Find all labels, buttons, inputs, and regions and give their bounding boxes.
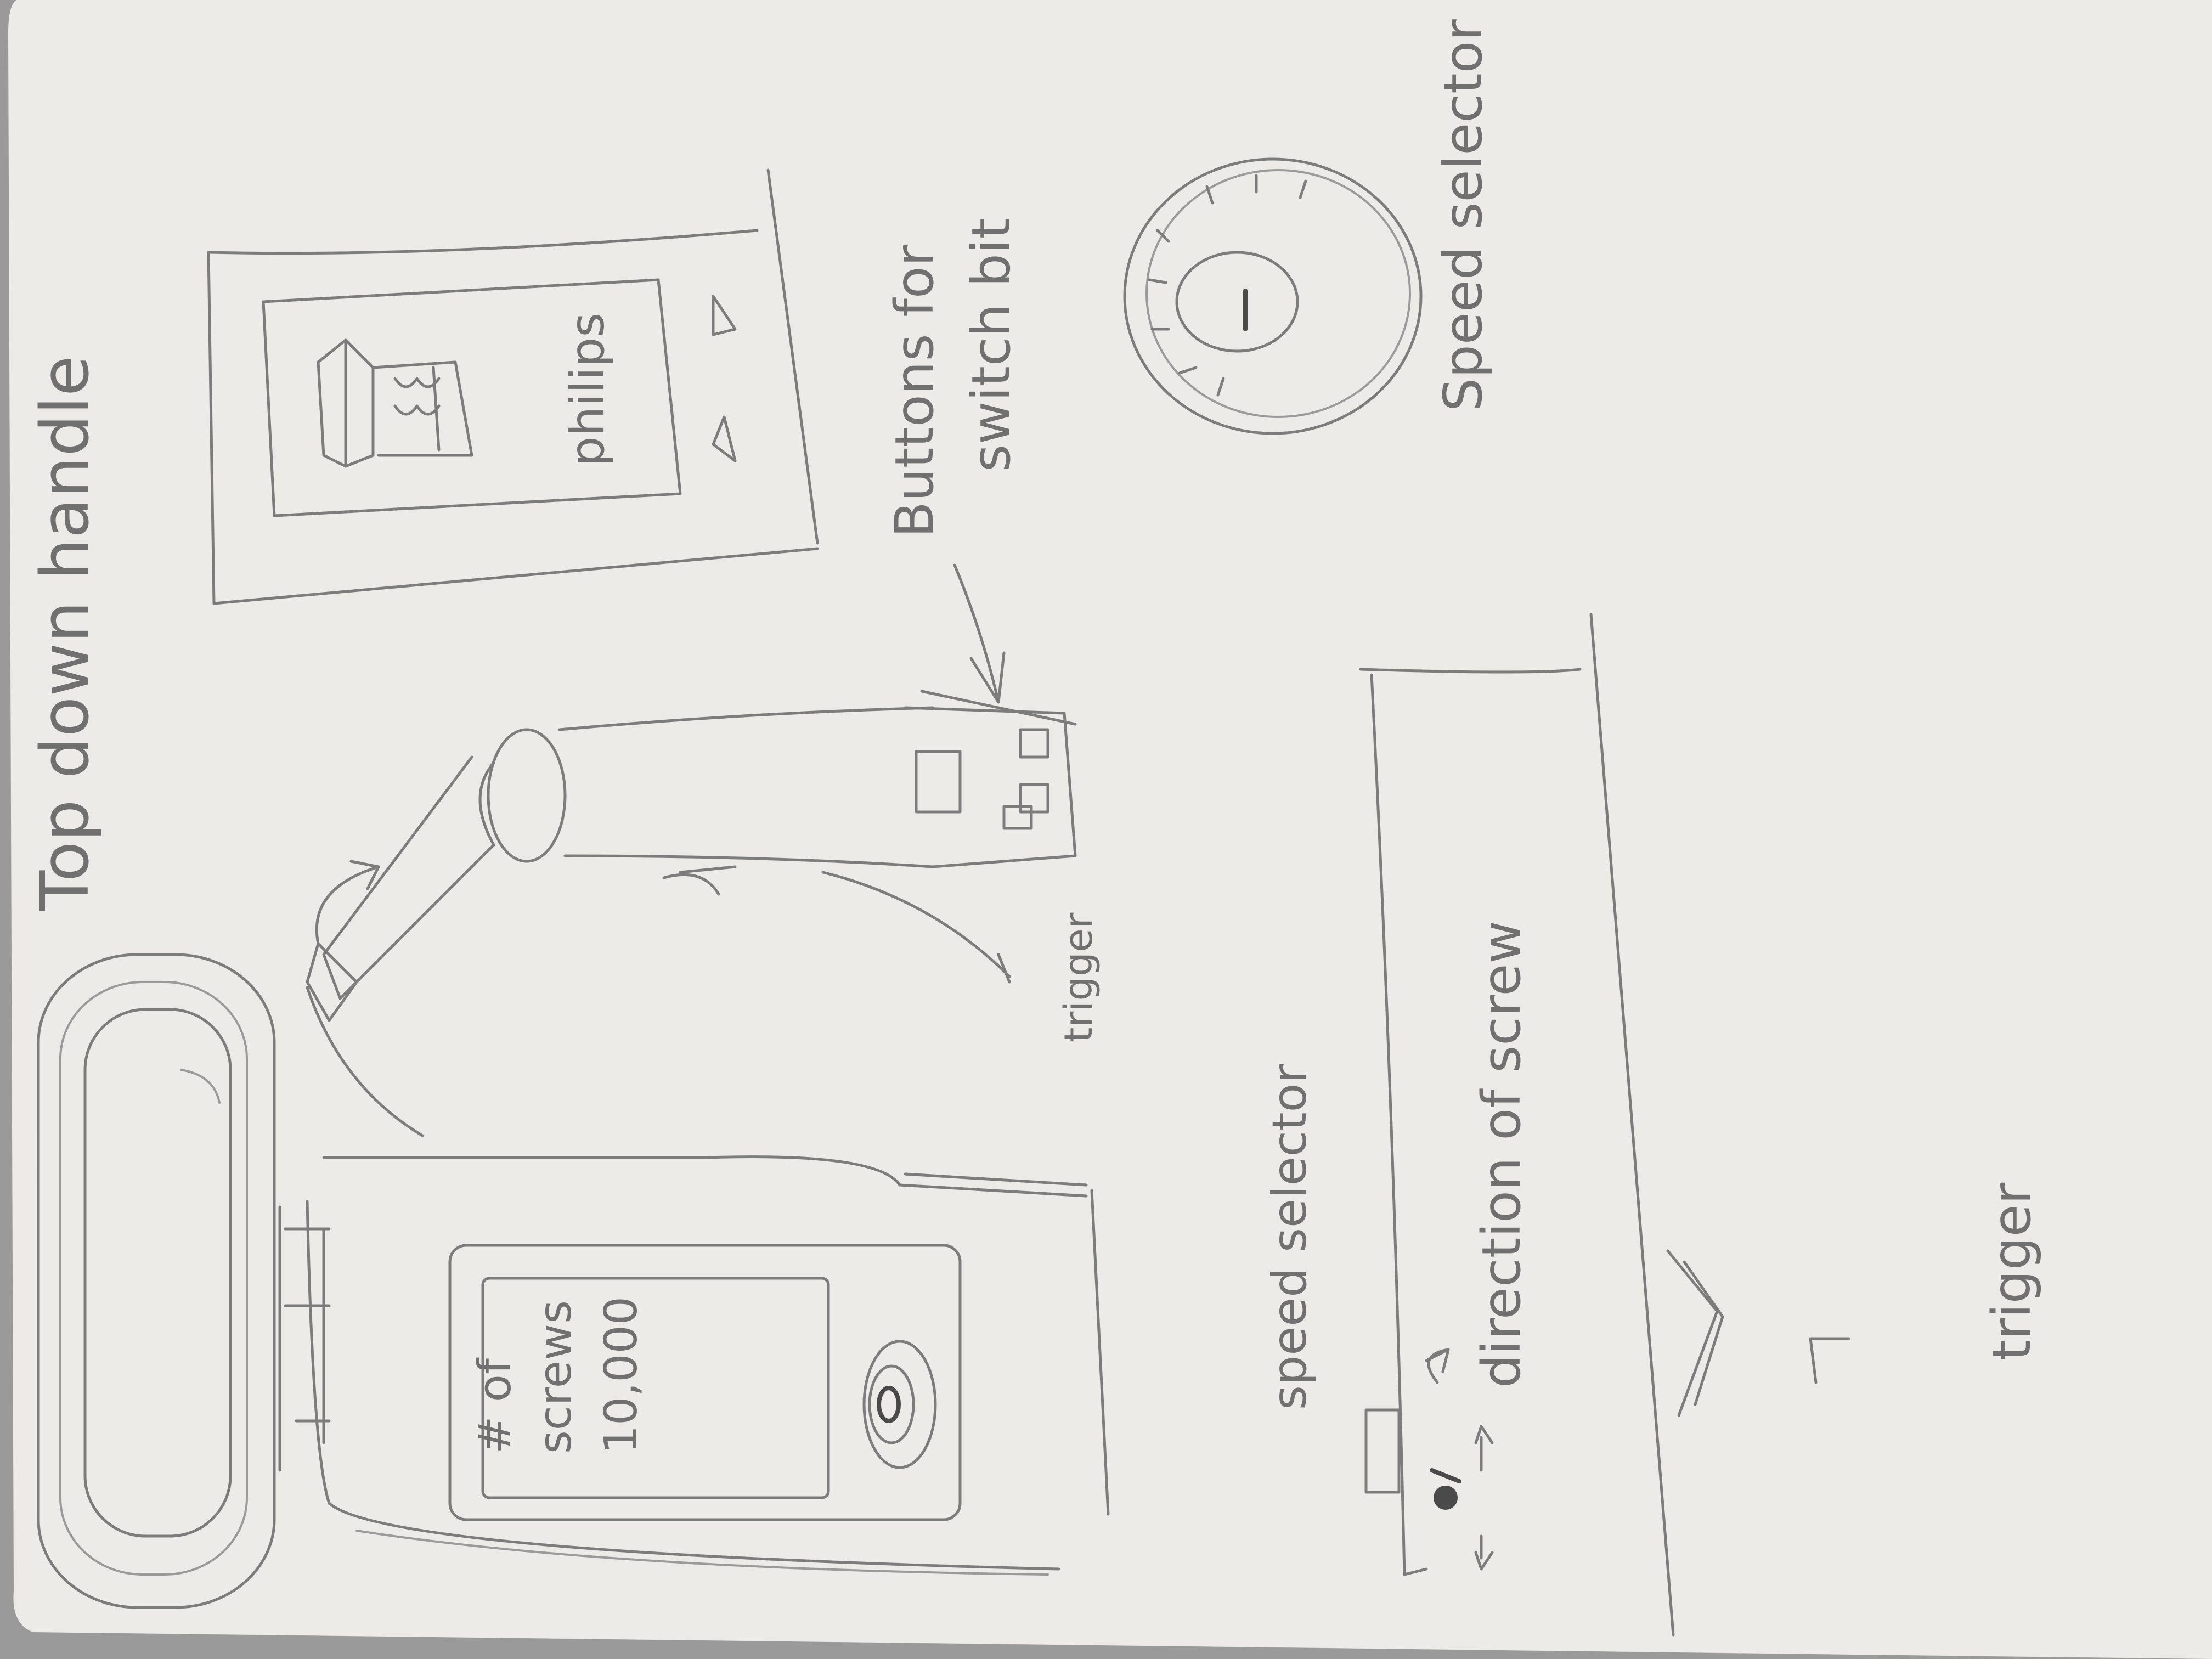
buttons-for-label: Buttons for <box>884 244 945 538</box>
direction-of-screw-label: direction of screw <box>1471 921 1532 1388</box>
switch-bit-label: switch bit <box>961 218 1022 472</box>
speed-knob <box>1434 1486 1458 1510</box>
svg-text:screws: screws <box>529 1300 582 1454</box>
sketch-page: # of screws 10,000 Top down handle phili… <box>0 0 2212 1659</box>
speed-selector-top-label: Speed selector <box>1432 19 1494 411</box>
svg-text:10,000: 10,000 <box>595 1296 647 1454</box>
trigger-side-label: trigger <box>1981 1182 2042 1361</box>
paper-sheet <box>8 0 2212 1659</box>
top-down-handle-label: Top down handle <box>27 356 104 911</box>
speed-selector-side-label: speed selector <box>1262 1064 1317 1410</box>
trigger-small-label: trigger <box>1056 912 1101 1042</box>
philips-label: philips <box>560 313 615 466</box>
sketch-canvas: # of screws 10,000 Top down handle phili… <box>8 0 2212 1659</box>
svg-text:# of: # of <box>469 1357 521 1454</box>
